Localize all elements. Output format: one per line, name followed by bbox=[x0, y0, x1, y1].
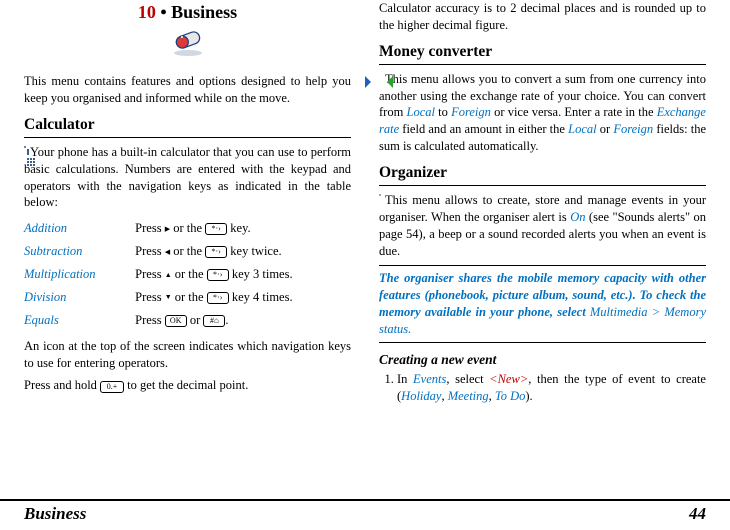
calculator-intro: Your phone has a built-in calculator tha… bbox=[24, 144, 351, 212]
star-key-icon: *·› bbox=[207, 269, 229, 281]
money-converter-heading: Money converter bbox=[379, 42, 706, 65]
organizer-heading: Organizer bbox=[379, 163, 706, 186]
ok-key-icon: OK bbox=[165, 315, 187, 327]
term-foreign: Foreign bbox=[613, 122, 653, 136]
pill-icon bbox=[170, 28, 206, 63]
table-row: Equals Press OK or #⌂. bbox=[24, 309, 351, 332]
term-foreign: Foreign bbox=[451, 105, 491, 119]
step-1: In Events, select <New>, then the type o… bbox=[397, 371, 706, 405]
op-desc: Press ▼ or the *·› key 4 times. bbox=[135, 286, 351, 309]
star-key-icon: *·› bbox=[207, 292, 229, 304]
op-desc: Press ▶ or the *·› key. bbox=[135, 217, 351, 240]
organizer-block: This menu allows to create, store and ma… bbox=[379, 192, 706, 260]
steps-list: In Events, select <New>, then the type o… bbox=[397, 371, 706, 405]
op-desc: Press ◀ or the *·› key twice. bbox=[135, 240, 351, 263]
op-name: Subtraction bbox=[24, 240, 135, 263]
footer-section: Business bbox=[24, 503, 86, 526]
table-row: Division Press ▼ or the *·› key 4 times. bbox=[24, 286, 351, 309]
chapter-bullet: • bbox=[160, 2, 166, 22]
zero-key-icon: 0.+ bbox=[100, 381, 124, 393]
calc-tail-1: An icon at the top of the screen indicat… bbox=[24, 338, 351, 372]
term-todo: To Do bbox=[495, 389, 525, 403]
op-name: Multiplication bbox=[24, 263, 135, 286]
operator-table: Addition Press ▶ or the *·› key. Subtrac… bbox=[24, 217, 351, 331]
op-name: Addition bbox=[24, 217, 135, 240]
table-row: Addition Press ▶ or the *·› key. bbox=[24, 217, 351, 240]
star-key-icon: *·› bbox=[205, 223, 227, 235]
op-name: Division bbox=[24, 286, 135, 309]
nav-up-icon: ▲ bbox=[165, 271, 172, 280]
calculator-intro-block: Your phone has a built-in calculator tha… bbox=[24, 144, 351, 212]
chapter-name: Business bbox=[171, 2, 237, 22]
chapter-number: 10 bbox=[138, 2, 156, 22]
footer-page-number: 44 bbox=[689, 503, 706, 526]
nav-down-icon: ▼ bbox=[165, 293, 172, 302]
term-new: <New> bbox=[489, 372, 528, 386]
term-on: On bbox=[570, 210, 585, 224]
term-holiday: Holiday bbox=[401, 389, 441, 403]
calc-tail-2: Press and hold 0.+ to get the decimal po… bbox=[24, 377, 351, 394]
table-row: Subtraction Press ◀ or the *·› key twice… bbox=[24, 240, 351, 263]
organizer-paragraph: This menu allows to create, store and ma… bbox=[379, 192, 706, 260]
chapter-title: 10 • Business bbox=[24, 0, 351, 24]
op-desc: Press OK or #⌂. bbox=[135, 309, 351, 332]
hash-key-icon: #⌂ bbox=[203, 315, 225, 327]
term-meeting: Meeting bbox=[448, 389, 489, 403]
left-column: 10 • Business This menu contains feature… bbox=[24, 0, 351, 492]
page-footer: Business 44 bbox=[0, 499, 730, 526]
accuracy-paragraph: Calculator accuracy is to 2 decimal plac… bbox=[379, 0, 706, 34]
intro-paragraph: This menu contains features and options … bbox=[24, 73, 351, 107]
op-name: Equals bbox=[24, 309, 135, 332]
term-local: Local bbox=[568, 122, 596, 136]
chapter-icon-wrap bbox=[24, 28, 351, 63]
money-paragraph: This menu allows you to convert a sum fr… bbox=[379, 71, 706, 155]
calculator-heading: Calculator bbox=[24, 115, 351, 138]
star-key-icon: *·› bbox=[205, 246, 227, 258]
creating-event-heading: Creating a new event bbox=[379, 351, 706, 369]
table-row: Multiplication Press ▲ or the *·› key 3 … bbox=[24, 263, 351, 286]
term-events: Events bbox=[413, 372, 446, 386]
op-desc: Press ▲ or the *·› key 3 times. bbox=[135, 263, 351, 286]
memory-note: The organiser shares the mobile memory c… bbox=[379, 265, 706, 343]
right-column: Calculator accuracy is to 2 decimal plac… bbox=[379, 0, 706, 492]
term-local: Local bbox=[407, 105, 435, 119]
money-block: This menu allows you to convert a sum fr… bbox=[379, 71, 706, 155]
